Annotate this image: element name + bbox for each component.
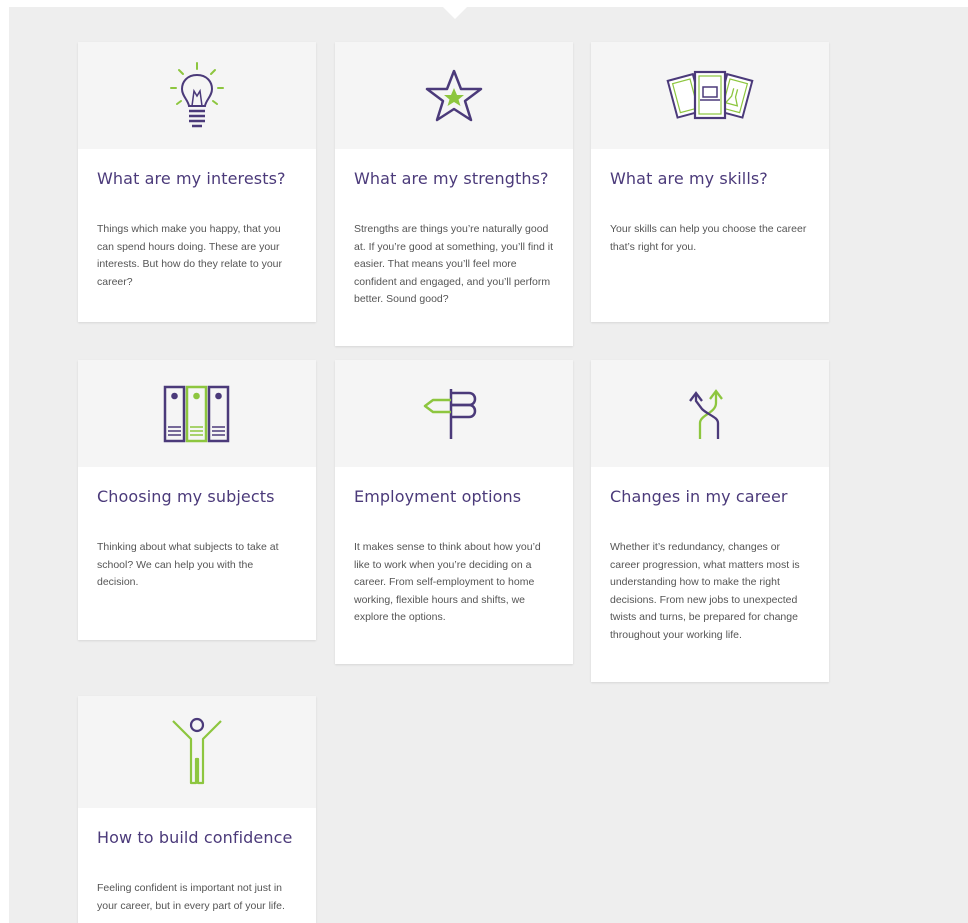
- card-career-changes[interactable]: Changes in my career Whether it’s redund…: [591, 360, 829, 682]
- card-icon-area: [78, 360, 316, 467]
- card-subjects[interactable]: Choosing my subjects Thinking about what…: [78, 360, 316, 640]
- skill-cards-icon: [665, 69, 755, 123]
- signpost-icon: [423, 387, 485, 441]
- card-description: Thinking about what subjects to take at …: [97, 541, 279, 588]
- diverging-arrows-icon: [688, 387, 732, 441]
- card-title[interactable]: How to build confidence: [97, 828, 297, 847]
- card-description: Feeling confident is important not just …: [97, 882, 285, 912]
- card-title[interactable]: What are my interests?: [97, 169, 297, 188]
- card-icon-area: [78, 42, 316, 149]
- panel-pointer-notch: [443, 7, 467, 19]
- card-build-confidence[interactable]: How to build confidence Feeling confiden…: [78, 696, 316, 923]
- card-description: Strengths are things you’re naturally go…: [354, 223, 554, 305]
- folders-icon: [163, 385, 231, 443]
- card-description: It makes sense to think about how you’d …: [354, 541, 541, 623]
- card-icon-area: [591, 360, 829, 467]
- card-title[interactable]: Choosing my subjects: [97, 487, 297, 506]
- card-interests[interactable]: What are my interests? Things which make…: [78, 42, 316, 322]
- card-title[interactable]: What are my skills?: [610, 169, 810, 188]
- card-title[interactable]: What are my strengths?: [354, 169, 554, 188]
- card-icon-area: [335, 360, 573, 467]
- lightbulb-icon: [167, 61, 227, 131]
- card-description: Your skills can help you choose the care…: [610, 223, 807, 253]
- card-strengths[interactable]: What are my strengths? Strengths are thi…: [335, 42, 573, 346]
- card-title[interactable]: Changes in my career: [610, 487, 810, 506]
- card-description: Whether it’s redundancy, changes or care…: [610, 541, 800, 641]
- card-title[interactable]: Employment options: [354, 487, 554, 506]
- star-icon: [423, 68, 485, 124]
- card-skills[interactable]: What are my skills? Your skills can help…: [591, 42, 829, 322]
- card-employment-options[interactable]: Employment options It makes sense to thi…: [335, 360, 573, 664]
- card-description: Things which make you happy, that you ca…: [97, 223, 283, 288]
- card-icon-area: [591, 42, 829, 149]
- card-icon-area: [78, 696, 316, 808]
- confident-person-icon: [169, 717, 225, 787]
- card-icon-area: [335, 42, 573, 149]
